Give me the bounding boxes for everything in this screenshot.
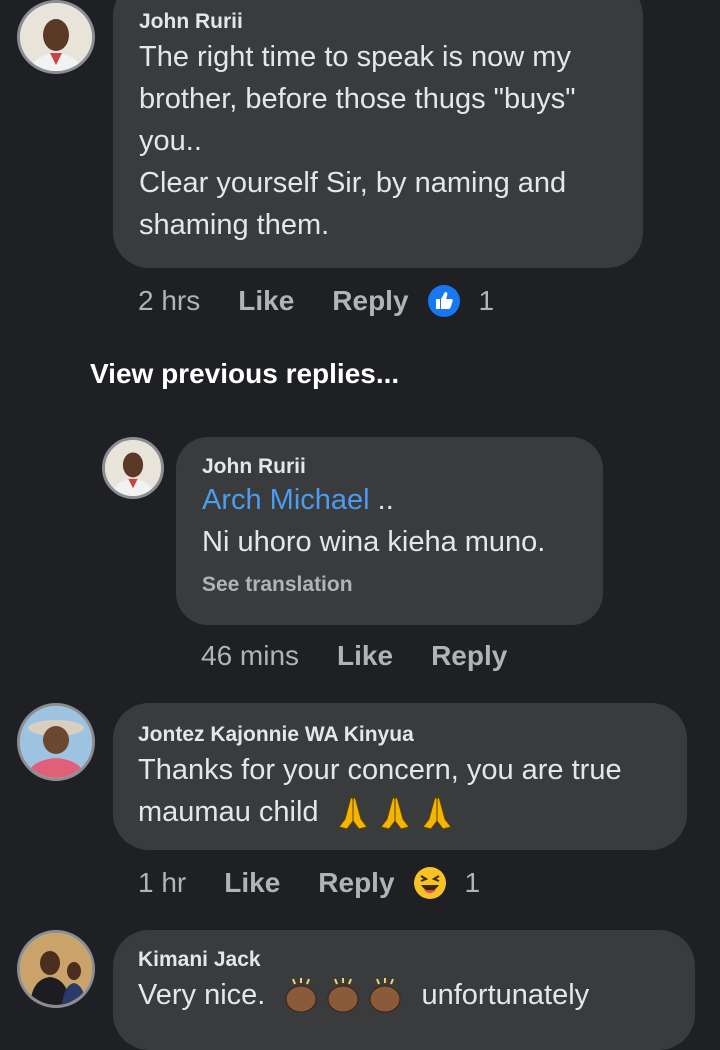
reply-button[interactable]: Reply bbox=[431, 640, 507, 672]
comment-timestamp[interactable]: 46 mins bbox=[201, 640, 299, 672]
comment-actions: 1 hr Like Reply 1 bbox=[138, 866, 480, 900]
reaction-count[interactable]: 1 bbox=[479, 285, 495, 317]
avatar[interactable] bbox=[17, 930, 95, 1008]
thumbs-up-icon[interactable] bbox=[427, 284, 461, 318]
comment-text-segment: Very nice. bbox=[138, 979, 266, 1011]
comment-text-line: maumau child bbox=[138, 791, 663, 833]
comment-text-line: Clear yourself Sir, by naming and bbox=[139, 167, 567, 199]
see-translation-link[interactable]: See translation bbox=[202, 573, 579, 597]
mention-suffix: .. bbox=[369, 484, 394, 516]
like-button[interactable]: Like bbox=[238, 285, 294, 317]
folded-hands-icon bbox=[337, 796, 452, 830]
comment-author[interactable]: John Rurii bbox=[202, 455, 579, 479]
person-avatar-icon bbox=[20, 706, 92, 778]
comment-actions: 46 mins Like Reply bbox=[201, 640, 545, 672]
avatar[interactable] bbox=[17, 703, 95, 781]
comment-text-segment: maumau child bbox=[138, 796, 319, 828]
comment-text-line: Very nice. unfortunately bbox=[138, 974, 671, 1016]
comment-text-line: Ni uhoro wina kieha muno. bbox=[202, 526, 546, 558]
person-avatar-icon bbox=[20, 933, 92, 1005]
like-button[interactable]: Like bbox=[337, 640, 393, 672]
comment-timestamp[interactable]: 2 hrs bbox=[138, 285, 200, 317]
person-avatar-icon bbox=[20, 3, 92, 71]
clapping-hands-icon bbox=[285, 978, 401, 1013]
comment-text-line: Arch Michael .. bbox=[202, 479, 579, 521]
view-previous-replies-link[interactable]: View previous replies... bbox=[90, 358, 399, 390]
mention-link[interactable]: Arch Michael bbox=[202, 484, 370, 516]
reply-button[interactable]: Reply bbox=[318, 867, 394, 899]
reaction-count[interactable]: 1 bbox=[465, 867, 481, 899]
comment-author[interactable]: Jontez Kajonnie WA Kinyua bbox=[138, 723, 663, 747]
person-avatar-icon bbox=[105, 440, 161, 496]
comment-timestamp[interactable]: 1 hr bbox=[138, 867, 186, 899]
comment-text-line: you.. bbox=[139, 125, 202, 157]
comment-bubble: Kimani Jack Very nice. unfortunately bbox=[113, 930, 695, 1050]
comment-bubble: Jontez Kajonnie WA Kinyua Thanks for you… bbox=[113, 703, 687, 850]
comment-text-line: Thanks for your concern, you are true bbox=[138, 754, 622, 786]
comment-text-line: shaming them. bbox=[139, 209, 330, 241]
comment-actions: 2 hrs Like Reply 1 bbox=[138, 284, 494, 318]
avatar[interactable] bbox=[102, 437, 164, 499]
reply-button[interactable]: Reply bbox=[332, 285, 408, 317]
comment-bubble: John Rurii Arch Michael .. Ni uhoro wina… bbox=[176, 437, 603, 625]
comment-author[interactable]: John Rurii bbox=[139, 10, 617, 34]
like-button[interactable]: Like bbox=[224, 867, 280, 899]
comment-bubble: John Rurii The right time to speak is no… bbox=[113, 0, 643, 268]
comment-text-line: brother, before those thugs "buys" bbox=[139, 83, 576, 115]
comment-text-line: The right time to speak is now my bbox=[139, 41, 571, 73]
comment-text-segment: unfortunately bbox=[421, 979, 590, 1011]
avatar[interactable] bbox=[17, 0, 95, 74]
comment-author[interactable]: Kimani Jack bbox=[138, 948, 671, 972]
laughing-face-icon[interactable] bbox=[413, 866, 447, 900]
